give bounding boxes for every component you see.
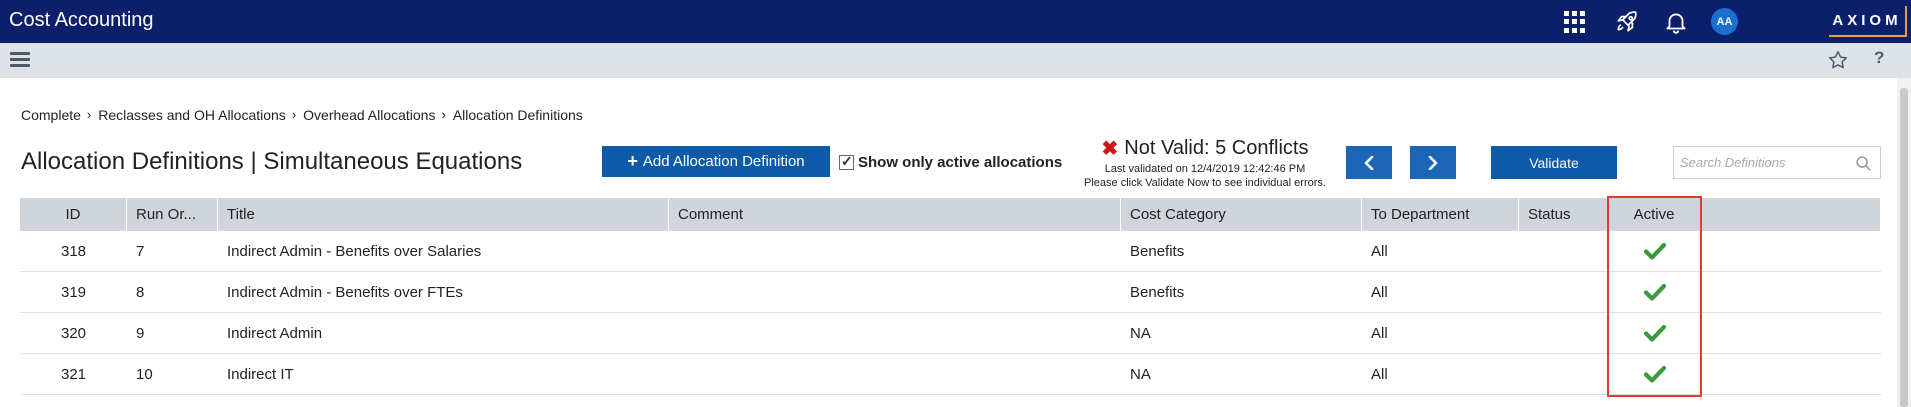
page-title: Allocation Definitions | Simultaneous Eq… [21,148,523,175]
cell-cost-category: Benefits [1130,283,1185,301]
column-header-comment[interactable]: Comment [669,198,1121,231]
cell-to-department: All [1371,283,1388,301]
cell-id: 318 [60,242,87,260]
previous-button[interactable] [1346,146,1392,179]
cell-run-order: 9 [136,324,145,342]
cell-active [1608,313,1701,353]
breadcrumb-separator: › [441,107,446,122]
cell-title: Indirect Admin - Benefits over Salaries [227,242,482,260]
cell-comment [669,354,1121,394]
add-button-label: Add Allocation Definition [642,153,805,170]
validation-status-text: Not Valid: 5 Conflicts [1124,137,1309,159]
cell-comment [669,272,1121,312]
plus-icon: + [627,151,638,171]
cell-to-department: All [1371,324,1388,342]
apps-grid-icon[interactable] [1564,11,1586,33]
cell-id: 319 [60,283,87,301]
cell-filler [1701,272,1881,312]
table-row[interactable]: 321 10 Indirect IT NA All [20,354,1881,395]
cell-comment [669,231,1121,271]
cell-to-department: All [1371,242,1388,260]
table-row[interactable]: 318 7 Indirect Admin - Benefits over Sal… [20,231,1881,272]
scrollbar-thumb[interactable] [1900,88,1908,407]
search-box[interactable] [1673,146,1881,179]
cell-status [1519,313,1608,353]
validate-button[interactable]: Validate [1491,146,1617,179]
show-active-checkbox[interactable] [839,153,854,170]
cell-status [1519,231,1608,271]
next-button[interactable] [1410,146,1456,179]
table-row[interactable]: 319 8 Indirect Admin - Benefits over FTE… [20,272,1881,313]
column-header-to-department[interactable]: To Department [1362,198,1519,231]
user-avatar[interactable]: AA [1711,8,1738,35]
hamburger-menu-icon[interactable] [10,52,30,68]
cell-active [1608,272,1701,312]
breadcrumb-item-complete[interactable]: Complete [21,107,81,123]
cell-cost-category: NA [1130,365,1151,383]
cell-status [1519,272,1608,312]
cell-id: 320 [60,324,87,342]
breadcrumb-item-current: Allocation Definitions [452,107,583,123]
breadcrumb-item-overhead[interactable]: Overhead Allocations [303,107,435,123]
column-header-status[interactable]: Status [1519,198,1608,231]
table-row[interactable]: 320 9 Indirect Admin NA All [20,313,1881,354]
cell-cost-category: NA [1130,324,1151,342]
add-allocation-definition-button[interactable]: + Add Allocation Definition [602,146,830,177]
checkmark-icon [1643,242,1666,260]
breadcrumb-separator: › [291,107,297,122]
cell-active [1608,354,1701,394]
cell-comment [669,313,1121,353]
cell-filler [1701,313,1881,353]
breadcrumb-item-reclasses[interactable]: Reclasses and OH Allocations [98,107,286,123]
cell-run-order: 7 [136,242,145,260]
breadcrumb: Complete › Reclasses and OH Allocations › … [21,107,589,123]
chevron-right-icon [1428,155,1438,170]
sub-bar [0,43,1911,78]
column-header-run-order[interactable]: Run Or... [127,198,218,231]
column-header-cost-category[interactable]: Cost Category [1121,198,1362,231]
show-active-label: Show only active allocations [858,154,1063,171]
rocket-icon[interactable] [1614,9,1640,35]
cell-run-order: 10 [136,365,153,383]
last-validated-text: Last validated on 12/4/2019 12:42:46 PM [1104,163,1306,175]
cell-title: Indirect IT [227,365,294,383]
bell-icon[interactable] [1663,9,1689,35]
axiom-logo: AXIOM [1829,6,1907,37]
favorite-star-icon[interactable] [1827,49,1849,71]
column-header-active[interactable]: Active [1608,198,1701,231]
show-active-toggle[interactable]: Show only active allocations [839,153,1063,171]
cell-title: Indirect Admin [227,324,323,342]
app-title: Cost Accounting [9,9,154,31]
column-header-title[interactable]: Title [218,198,669,231]
cell-filler [1701,231,1881,271]
cell-cost-category: Benefits [1130,242,1185,260]
error-x-icon: ✖ [1101,138,1119,160]
checkmark-icon [1643,365,1666,383]
search-icon[interactable] [1855,155,1872,172]
validation-hint-text: Please click Validate Now to see individ… [1084,177,1326,189]
cell-filler [1701,354,1881,394]
cell-active [1608,231,1701,271]
search-input[interactable] [1674,147,1844,178]
checkmark-icon [1643,283,1666,301]
cell-status [1519,354,1608,394]
cell-run-order: 8 [136,283,145,301]
help-icon[interactable]: ? [1874,48,1884,68]
table-header: ID Run Or... Title Comment Cost Category… [20,198,1881,231]
cell-to-department: All [1371,365,1388,383]
chevron-left-icon [1364,155,1374,170]
breadcrumb-separator: › [86,107,92,122]
cell-id: 321 [60,365,87,383]
checkmark-icon [1643,324,1666,342]
column-header-filler [1701,198,1881,231]
cell-title: Indirect Admin - Benefits over FTEs [227,283,463,301]
validation-status: ✖ Not Valid: 5 Conflicts Last validated o… [1065,136,1345,189]
column-header-id[interactable]: ID [20,198,127,231]
vertical-scrollbar[interactable] [1897,78,1911,407]
allocation-definitions-table: ID Run Or... Title Comment Cost Category… [20,198,1881,395]
